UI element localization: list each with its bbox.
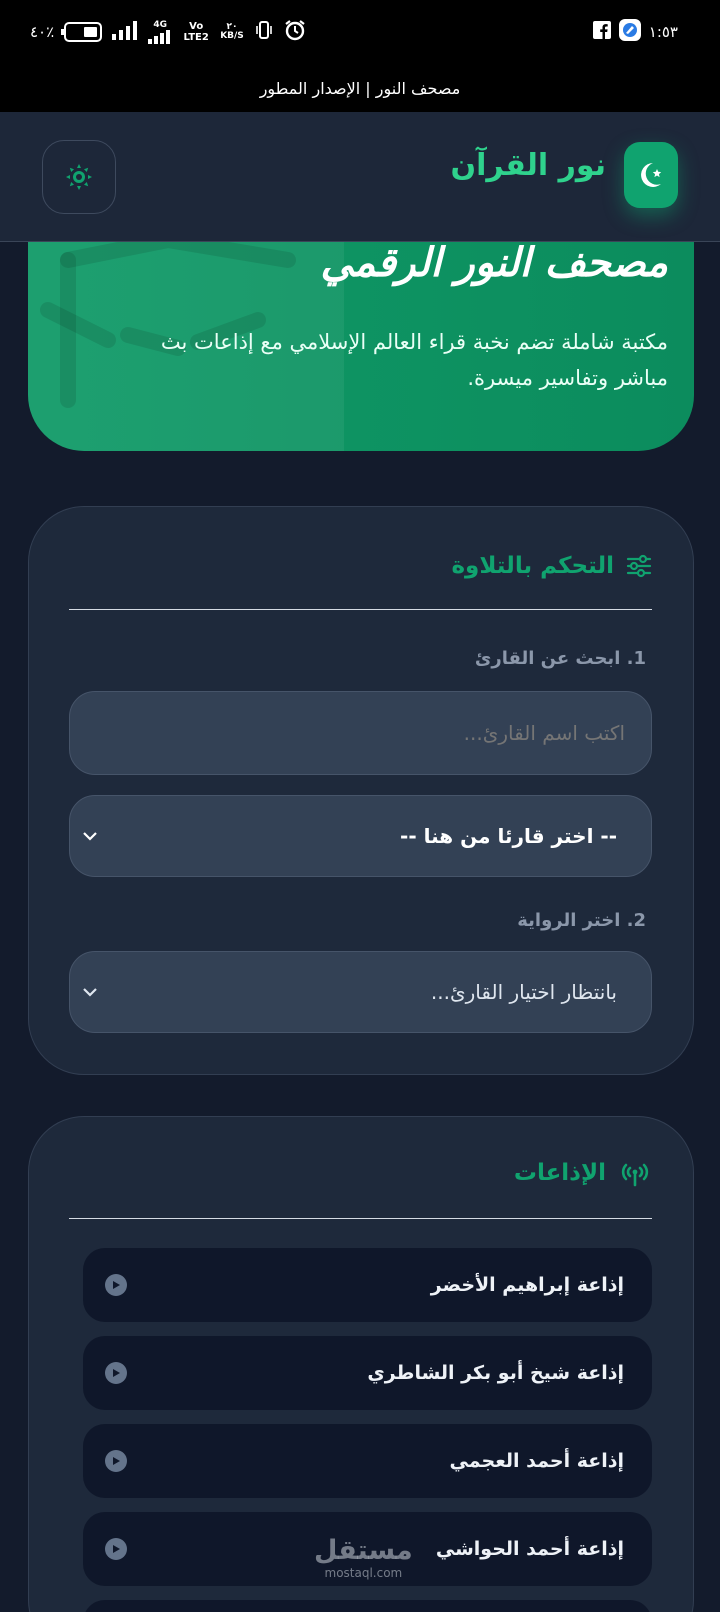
play-icon[interactable] [105,1362,127,1384]
radio-item-label: إذاعة شيخ أبو بكر الشاطري [367,1362,624,1384]
narration-select[interactable]: بانتظار اختيار القارئ... [69,951,652,1033]
play-icon[interactable] [105,1538,127,1560]
title-divider [69,609,652,610]
battery-icon [61,22,103,42]
network-speed: ٢٠ KB/S [220,22,244,41]
status-left: ٤٠٪ 4G Vo LTE2 ٢٠ KB/S [30,18,306,46]
narration-select-value: بانتظار اختيار القارئ... [430,980,617,1004]
alarm-icon [284,19,306,45]
status-bar: ١:٥٣ ٤٠٪ 4G Vo LTE2 ٢٠ KB/S [0,0,720,64]
window-title: مصحف النور | الإصدار المطور [0,64,720,112]
reciter-select-value: -- اختر قارئا من هنا -- [400,824,617,848]
radio-item-partial[interactable] [83,1600,652,1612]
clock: ١:٥٣ [648,23,678,41]
narration-label: 2. اختر الرواية [517,910,646,931]
brand-logo[interactable] [624,142,678,208]
volte-icon: Vo LTE2 [183,21,209,43]
play-icon[interactable] [105,1450,127,1472]
radio-item[interactable]: إذاعة أحمد العجمي [83,1424,652,1498]
app-notification-icon [618,19,641,45]
crescent-star-icon [641,163,662,187]
sun-icon [66,164,92,190]
hero-title: مصحف النور الرقمي [320,240,669,286]
sliders-icon [626,554,652,578]
search-reciter-label: 1. ابحث عن القارئ [474,648,646,669]
radio-item-label: إذاعة إبراهيم الأخضر [430,1274,624,1296]
status-right: ١:٥٣ [592,18,678,46]
radio-item-label: إذاعة أحمد العجمي [449,1450,624,1472]
signal-4g-icon: 4G [148,20,172,44]
radios-panel-title: الإذاعات [514,1155,652,1191]
theme-toggle-button[interactable] [42,140,116,214]
watermark-latin: mostaql.com [324,1566,403,1580]
radio-item[interactable]: إذاعة شيخ أبو بكر الشاطري [83,1336,652,1410]
hero-description: مكتبة شاملة تضم نخبة قراء العالم الإسلام… [160,330,668,390]
watermark-arabic: مستقل [314,1535,413,1566]
recitation-panel-title: التحكم بالتلاوة [451,548,652,584]
recitation-title-text: التحكم بالتلاوة [451,553,614,579]
chevron-down-icon [83,832,97,841]
reciter-search-input[interactable] [69,691,652,775]
facebook-icon [592,21,611,43]
radios-title-text: الإذاعات [513,1160,606,1186]
chevron-down-icon [83,988,97,997]
radios-divider [69,1218,652,1219]
reciter-select[interactable]: -- اختر قارئا من هنا -- [69,795,652,877]
radio-item-label: إذاعة أحمد الحواشي [435,1538,624,1560]
brand-name[interactable]: نور القرآن [451,148,606,194]
battery-percent: ٤٠٪ [30,23,55,41]
signal-icon [112,20,138,44]
vibrate-icon [254,20,274,44]
broadcast-icon [621,1163,649,1187]
play-icon[interactable] [105,1274,127,1296]
radio-item[interactable]: إذاعة إبراهيم الأخضر [83,1248,652,1322]
watermark: مستقل mostaql.com [314,1535,413,1581]
